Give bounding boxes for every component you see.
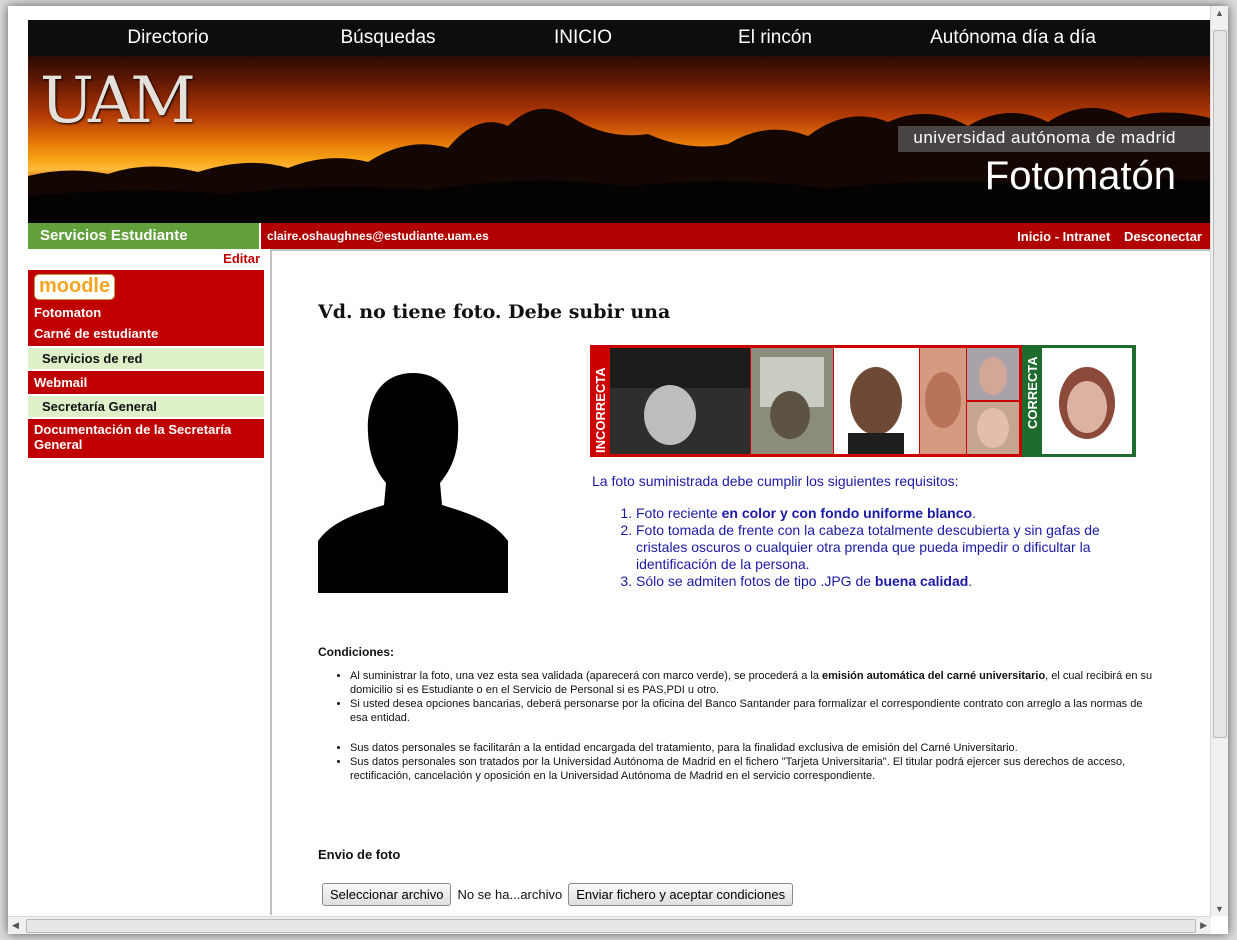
header-banner: UAM universidad autónoma de madrid Fotom… xyxy=(28,56,1218,223)
page-title: Vd. no tiene foto. Debe subir una xyxy=(318,301,671,323)
moodle-logo[interactable]: moodle xyxy=(34,274,116,300)
uam-logo: UAM xyxy=(40,64,196,138)
scroll-up-icon[interactable]: ▲ xyxy=(1215,8,1224,18)
vertical-scroll-thumb[interactable] xyxy=(1213,30,1227,738)
horizontal-scrollbar[interactable]: ◀ ▶ xyxy=(8,916,1211,934)
nav-el-rincon[interactable]: El rincón xyxy=(720,27,830,49)
horizontal-scroll-thumb[interactable] xyxy=(26,919,1196,933)
sidebar-item-secretaria[interactable]: Secretaría General xyxy=(28,394,264,419)
select-file-button[interactable]: Seleccionar archivo xyxy=(322,883,452,906)
condition-1: Al suministrar la foto, una vez esta sea… xyxy=(350,669,1158,697)
page: Directorio Búsquedas INICIO El rincón Au… xyxy=(28,20,1218,915)
nav-directorio[interactable]: Directorio xyxy=(80,27,256,49)
user-email: claire.oshaughnes@estudiante.uam.es xyxy=(267,229,489,243)
submit-button[interactable]: Enviar fichero y aceptar condiciones xyxy=(568,883,794,906)
scroll-right-icon[interactable]: ▶ xyxy=(1200,920,1207,931)
requirement-3: Sólo se admiten fotos de tipo .JPG de bu… xyxy=(636,573,1152,590)
upload-title: Envio de foto xyxy=(318,847,401,862)
conditions-list: Al suministrar la foto, una vez esta sea… xyxy=(318,669,1158,783)
scroll-down-icon[interactable]: ▼ xyxy=(1215,904,1224,914)
nav-inicio[interactable]: INICIO xyxy=(538,27,628,49)
condition-4: Sus datos personales son tratados por la… xyxy=(350,755,1158,783)
condition-3: Sus datos personales se facilitarán a la… xyxy=(350,741,1158,755)
upload-form: Seleccionar archivo No se ha...archivo E… xyxy=(322,883,794,906)
content-divider xyxy=(270,249,1218,251)
logout-link[interactable]: Desconectar xyxy=(1124,229,1202,244)
browser-window: Directorio Búsquedas INICIO El rincón Au… xyxy=(8,6,1228,934)
requirement-2: Foto tomada de frente con la cabeza tota… xyxy=(636,522,1152,573)
correct-label: CORRECTA xyxy=(1025,356,1040,429)
requirements-list: Foto reciente en color y con fondo unifo… xyxy=(616,505,1152,590)
sidebar-item-carne[interactable]: Carné de estudiante xyxy=(28,323,264,346)
user-bar: Servicios Estudiante claire.oshaughnes@e… xyxy=(28,223,1218,249)
sidebar-group-3: Documentación de la Secretaría General xyxy=(28,419,264,458)
section-title: Servicios Estudiante xyxy=(28,223,261,249)
photo-examples: INCORRECTA CORRECTA xyxy=(590,345,1136,457)
vertical-scrollbar[interactable]: ▲ ▼ xyxy=(1210,6,1228,916)
conditions-title: Condiciones: xyxy=(318,645,395,659)
scroll-left-icon[interactable]: ◀ xyxy=(12,920,19,931)
sidebar-item-documentacion[interactable]: Documentación de la Secretaría General xyxy=(28,419,264,458)
app-title: Fotomatón xyxy=(984,154,1176,198)
nav-autonoma-dia-a-dia[interactable]: Autónoma día a día xyxy=(918,27,1108,49)
sidebar: Editar moodle Fotomaton Carné de estudia… xyxy=(28,249,264,458)
sidebar-item-fotomaton[interactable]: Fotomaton xyxy=(28,302,264,323)
default-avatar-silhouette xyxy=(318,367,508,593)
file-status: No se ha...archivo xyxy=(457,887,563,902)
sidebar-group-1: moodle Fotomaton Carné de estudiante xyxy=(28,270,264,346)
requirements-intro: La foto suministrada debe cumplir los si… xyxy=(592,473,959,489)
main-content: Vd. no tiene foto. Debe subir una INCORR… xyxy=(270,249,1218,915)
incorrect-label: INCORRECTA xyxy=(593,367,608,453)
inicio-intranet-link[interactable]: Inicio - Intranet xyxy=(1017,229,1110,244)
nav-busquedas[interactable]: Búsquedas xyxy=(318,27,458,49)
top-nav: Directorio Búsquedas INICIO El rincón Au… xyxy=(28,20,1218,56)
sidebar-item-servicios-red[interactable]: Servicios de red xyxy=(28,346,264,371)
university-name: universidad autónoma de madrid xyxy=(913,128,1176,147)
conditions: Condiciones: Al suministrar la foto, una… xyxy=(318,645,1158,783)
edit-link[interactable]: Editar xyxy=(28,249,264,270)
condition-2: Si usted desea opciones bancarias, deber… xyxy=(350,697,1158,725)
sidebar-group-2: Webmail xyxy=(28,371,264,394)
user-links: Inicio - Intranet Desconectar xyxy=(1007,229,1202,244)
sidebar-item-webmail[interactable]: Webmail xyxy=(28,371,264,394)
requirement-1: Foto reciente en color y con fondo unifo… xyxy=(636,505,1152,522)
requirements: La foto suministrada debe cumplir los si… xyxy=(592,473,1152,590)
